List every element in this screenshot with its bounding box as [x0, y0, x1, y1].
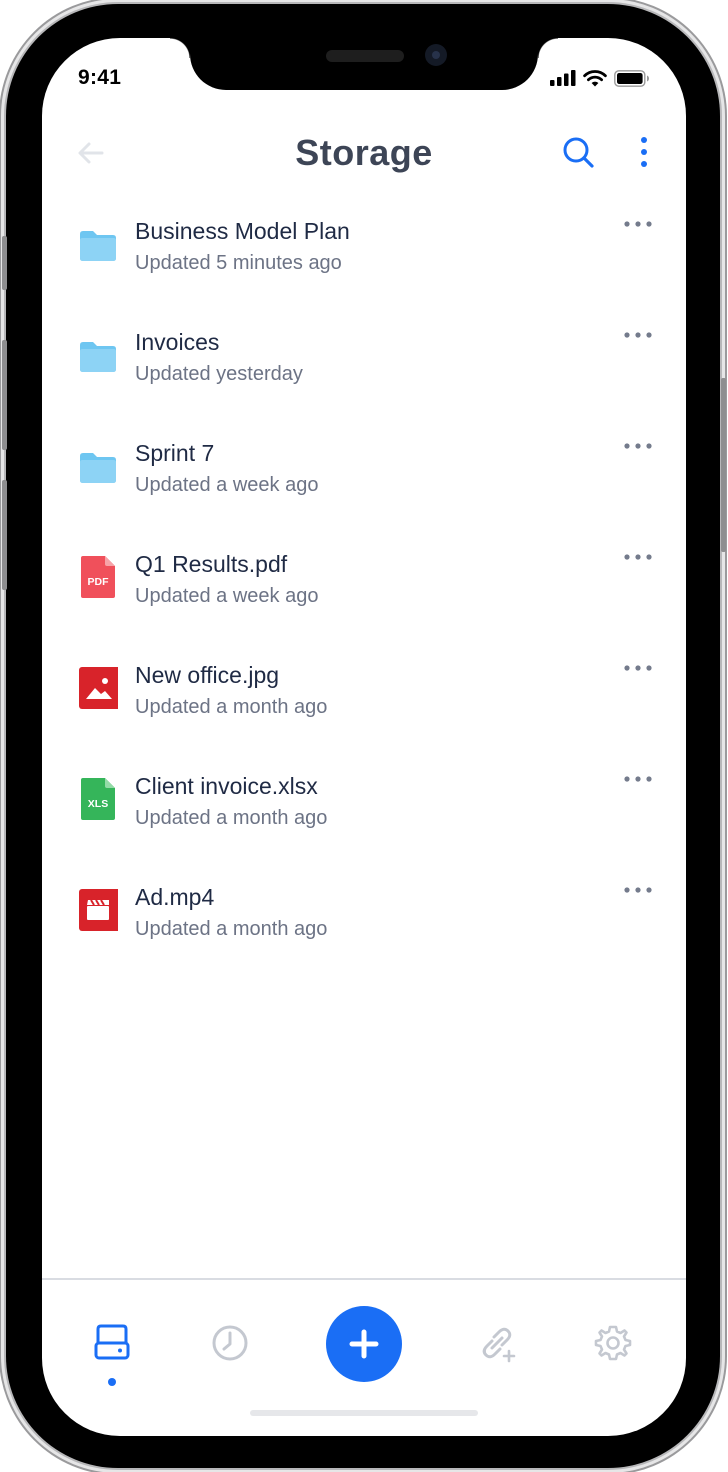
more-options-button[interactable]	[632, 134, 656, 170]
more-horizontal-icon[interactable]	[622, 880, 654, 900]
more-horizontal-icon[interactable]	[622, 547, 654, 567]
pdf-badge: PDF	[88, 576, 110, 588]
file-row-sprint-7[interactable]: Sprint 7 Updated a week ago	[42, 428, 686, 539]
file-row-invoices[interactable]: Invoices Updated yesterday	[42, 317, 686, 428]
file-row-new-office[interactable]: New office.jpg Updated a month ago	[42, 650, 686, 761]
file-updated: Updated a month ago	[135, 696, 328, 718]
tab-storage[interactable]	[90, 1321, 134, 1365]
file-name: Ad.mp4	[135, 884, 215, 910]
tab-shared-links[interactable]	[475, 1321, 519, 1365]
tab-recent[interactable]	[208, 1321, 252, 1365]
folder-icon	[78, 444, 118, 488]
more-horizontal-icon[interactable]	[622, 769, 654, 789]
file-updated: Updated 5 minutes ago	[135, 252, 342, 274]
file-name: Invoices	[135, 329, 220, 355]
xls-badge: XLS	[88, 798, 108, 810]
file-row-business-model-plan[interactable]: Business Model Plan Updated 5 minutes ag…	[42, 206, 686, 317]
wifi-icon	[583, 69, 607, 86]
battery-icon	[614, 69, 649, 87]
video-file-icon	[78, 888, 121, 932]
active-tab-indicator	[108, 1378, 116, 1386]
earpiece-speaker	[326, 50, 404, 62]
file-updated: Updated yesterday	[135, 363, 303, 385]
file-row-q1-results[interactable]: PDF Q1 Results.pdf Updated a week ago	[42, 539, 686, 650]
more-horizontal-icon[interactable]	[622, 214, 654, 234]
status-icons	[550, 69, 650, 87]
file-updated: Updated a week ago	[135, 585, 319, 607]
file-updated: Updated a month ago	[135, 807, 328, 829]
file-updated: Updated a month ago	[135, 918, 328, 940]
file-name: Sprint 7	[135, 440, 215, 466]
file-name: Client invoice.xlsx	[135, 773, 318, 799]
image-file-icon	[78, 666, 121, 710]
clock-icon	[212, 1325, 248, 1361]
more-horizontal-icon[interactable]	[622, 436, 654, 456]
folder-icon	[78, 333, 118, 377]
more-horizontal-icon[interactable]	[622, 658, 654, 678]
search-icon	[563, 137, 594, 168]
pdf-file-icon: PDF	[78, 555, 118, 599]
notch	[170, 38, 558, 90]
mute-switch	[2, 236, 7, 290]
vertical-dots-icon	[641, 137, 647, 167]
folder-icon	[78, 222, 118, 266]
drive-icon	[94, 1324, 130, 1360]
tab-settings[interactable]	[591, 1321, 635, 1365]
screen: 9:41 Storage Business Model Plan Updated…	[42, 38, 686, 1436]
file-name: Q1 Results.pdf	[135, 551, 288, 577]
settings-gear-icon	[594, 1325, 632, 1361]
file-name: Business Model Plan	[135, 218, 350, 244]
add-button[interactable]	[326, 1306, 402, 1382]
file-row-ad-mp4[interactable]: Ad.mp4 Updated a month ago	[42, 872, 686, 983]
status-time: 9:41	[78, 66, 122, 89]
file-updated: Updated a week ago	[135, 474, 319, 496]
volume-up-button	[2, 340, 7, 450]
search-button[interactable]	[560, 134, 596, 170]
spreadsheet-file-icon: XLS	[78, 777, 118, 821]
front-camera	[425, 44, 447, 66]
tab-bar-divider	[42, 1278, 686, 1280]
add-link-icon	[482, 1327, 516, 1363]
file-list: Business Model Plan Updated 5 minutes ag…	[42, 206, 686, 983]
cellular-signal-icon	[550, 70, 576, 86]
app-header: Storage	[42, 126, 686, 178]
more-horizontal-icon[interactable]	[622, 325, 654, 345]
file-name: New office.jpg	[135, 662, 280, 688]
plus-icon	[349, 1329, 379, 1359]
file-row-client-invoice[interactable]: XLS Client invoice.xlsx Updated a month …	[42, 761, 686, 872]
volume-down-button	[2, 480, 7, 590]
power-button	[721, 378, 726, 552]
home-indicator	[250, 1410, 478, 1416]
